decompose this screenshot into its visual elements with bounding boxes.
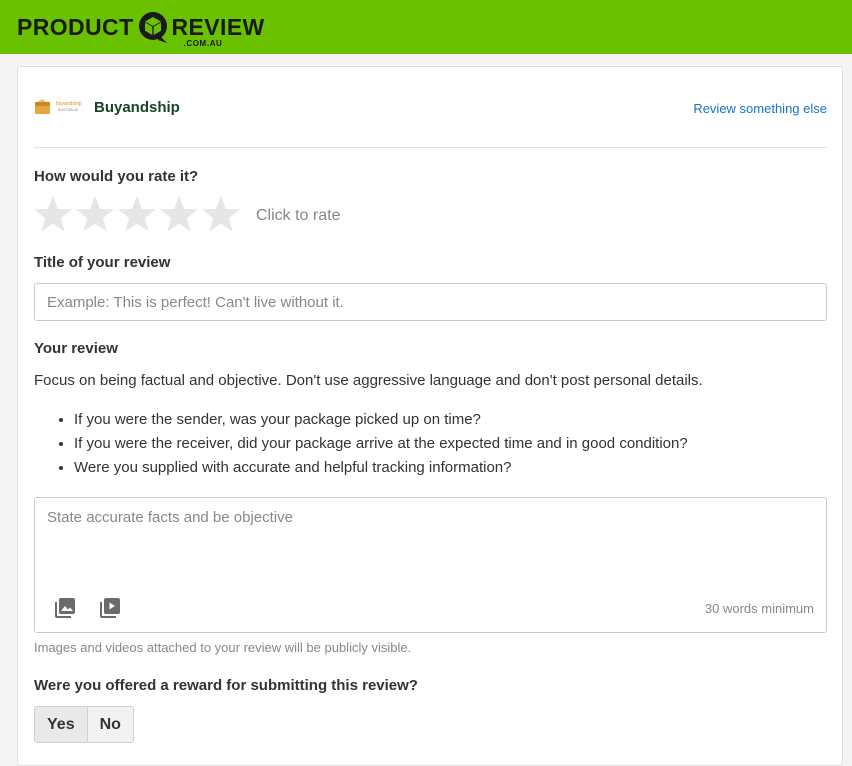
video-icon — [100, 598, 120, 618]
business-header: buyandship AUSTRALIA Buyandship Review s… — [34, 97, 827, 121]
words-minimum-hint: 30 words minimum — [704, 601, 814, 616]
review-prompt: If you were the receiver, did your packa… — [74, 435, 688, 459]
star-rating[interactable] — [32, 194, 242, 236]
header-divider — [34, 147, 827, 148]
review-guidance: Focus on being factual and objective. Do… — [34, 372, 703, 389]
review-body-box: 30 words minimum — [34, 497, 827, 633]
rating-question: How would you rate it? — [34, 168, 199, 185]
review-body-textarea[interactable] — [35, 498, 826, 583]
reward-toggle: Yes No — [34, 706, 134, 743]
logo-mark-icon — [138, 12, 167, 43]
top-bar: PRODUCT REVIEW .COM.AU — [0, 0, 852, 54]
star-icon[interactable] — [116, 194, 158, 236]
star-icon[interactable] — [200, 194, 242, 236]
productreview-logo[interactable]: PRODUCT REVIEW .COM.AU — [17, 9, 265, 48]
review-something-else-link[interactable]: Review something else — [693, 101, 827, 116]
add-video-button[interactable] — [98, 596, 122, 620]
review-form-card: buyandship AUSTRALIA Buyandship Review s… — [17, 66, 843, 766]
title-label: Title of your review — [34, 254, 171, 271]
logo-text-product: PRODUCT — [17, 13, 134, 40]
business-name[interactable]: Buyandship — [94, 99, 180, 116]
star-icon[interactable] — [158, 194, 200, 236]
logo-right: REVIEW .COM.AU — [171, 13, 265, 48]
logo-text-review: REVIEW — [171, 13, 265, 40]
star-icon[interactable] — [74, 194, 116, 236]
reward-question: Were you offered a reward for submitting… — [34, 677, 418, 694]
logo-subtext: .COM.AU — [183, 38, 223, 48]
image-icon — [55, 598, 75, 618]
review-label: Your review — [34, 340, 118, 357]
biz-logo-subtext: AUSTRALIA — [58, 108, 79, 112]
public-visibility-note: Images and videos attached to your revie… — [34, 640, 412, 655]
buyandship-logo: buyandship AUSTRALIA — [35, 99, 82, 114]
review-title-input[interactable] — [34, 283, 827, 321]
reward-yes-button[interactable]: Yes — [35, 707, 87, 742]
biz-logo-text: buyandship — [56, 101, 82, 107]
review-prompt: Were you supplied with accurate and help… — [74, 459, 688, 483]
review-prompt: If you were the sender, was your package… — [74, 411, 688, 435]
click-to-rate-hint: Click to rate — [256, 207, 341, 224]
review-prompts: If you were the sender, was your package… — [74, 411, 688, 483]
add-image-button[interactable] — [53, 596, 77, 620]
star-icon[interactable] — [32, 194, 74, 236]
reward-no-button[interactable]: No — [86, 707, 133, 742]
